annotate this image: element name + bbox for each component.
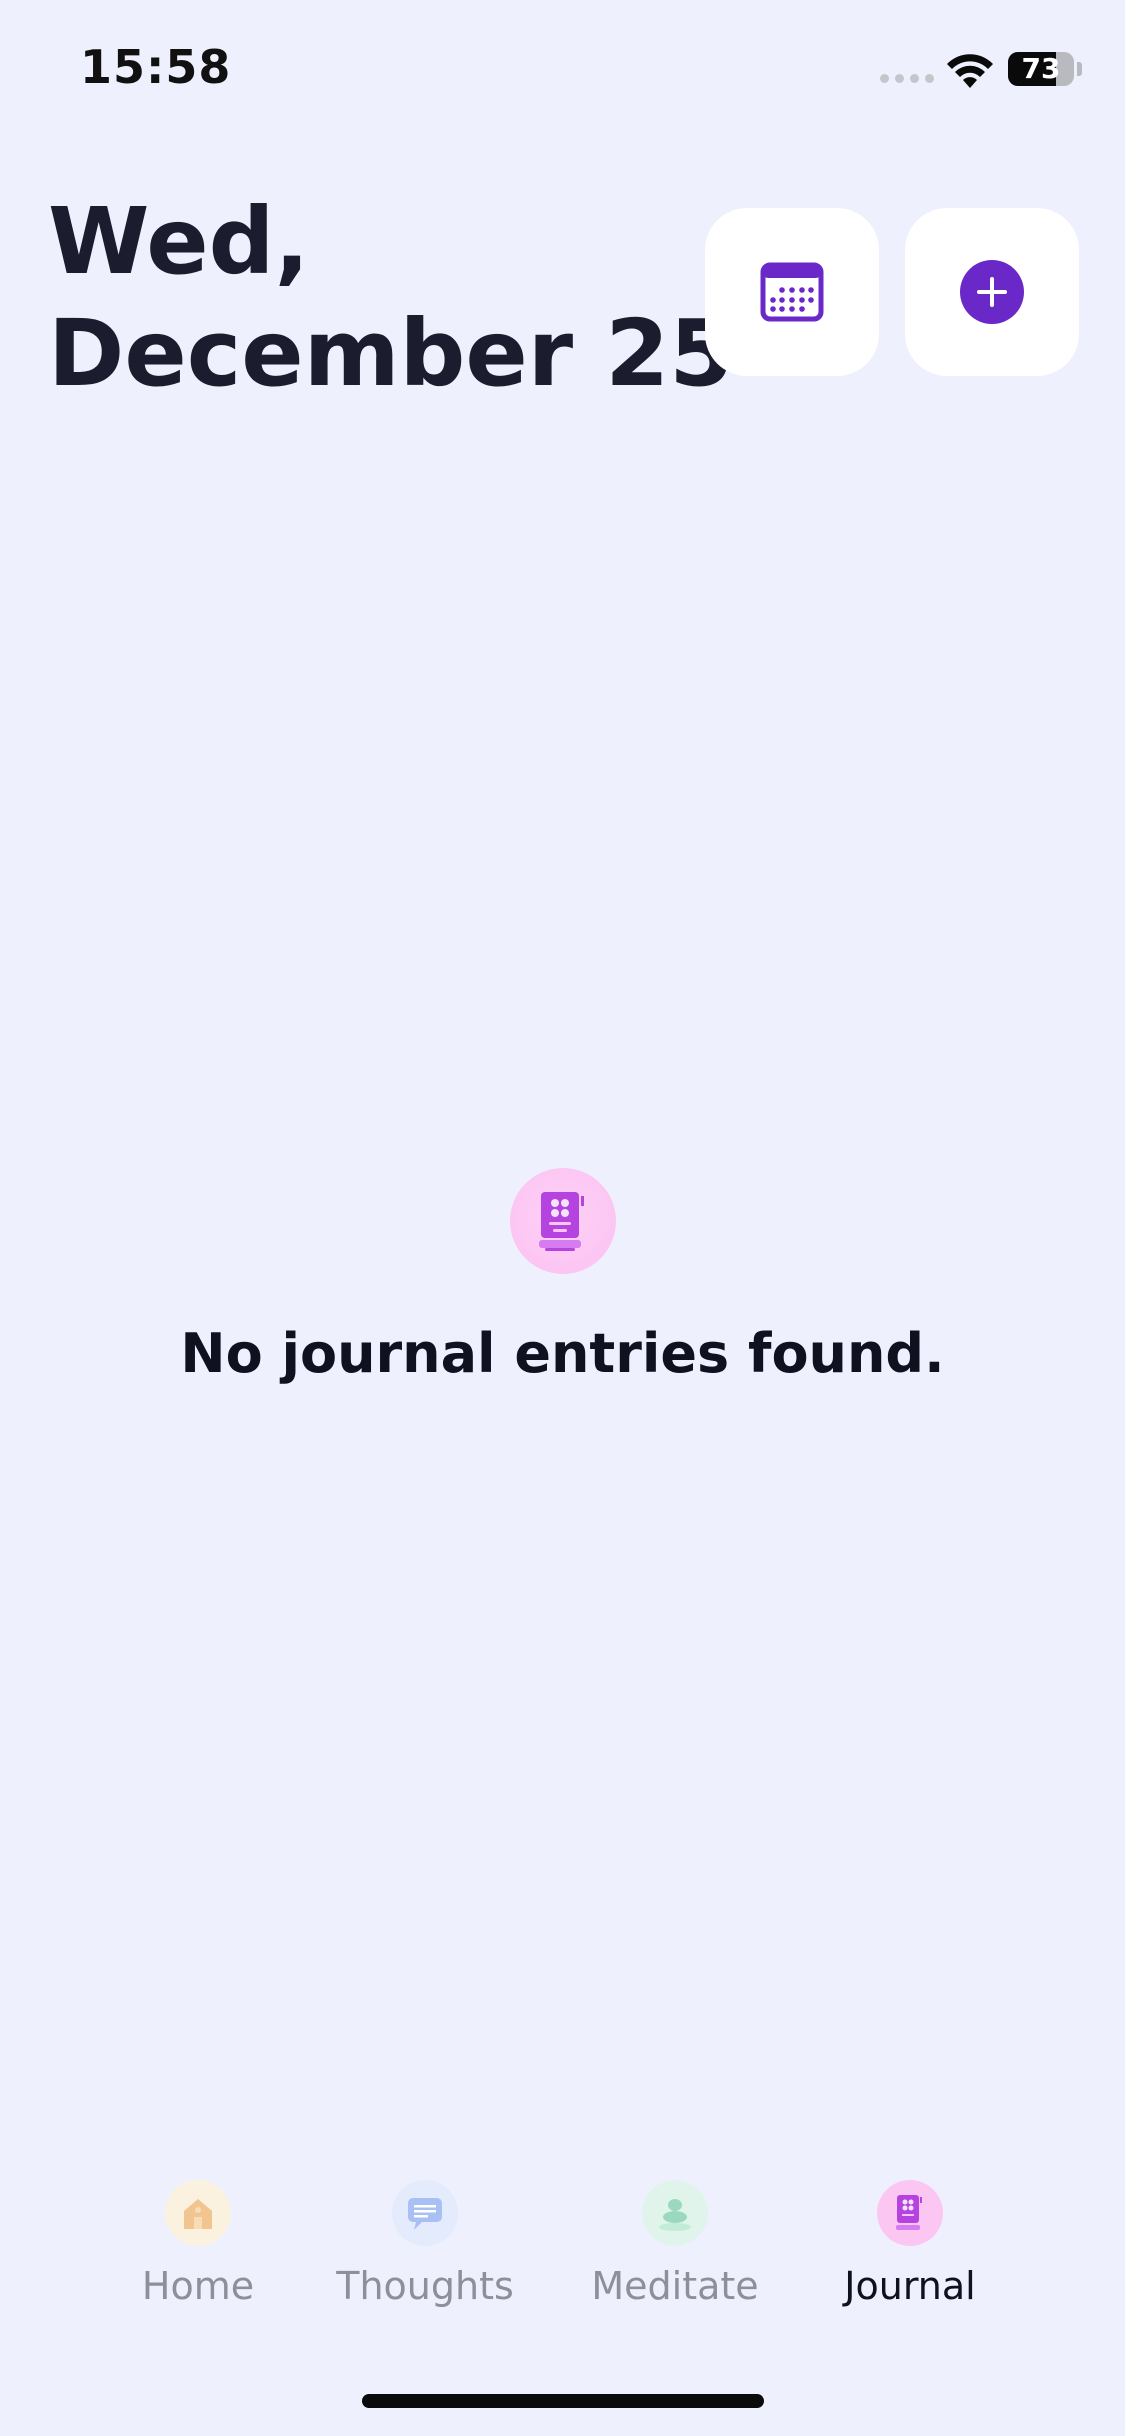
calendar-icon	[760, 262, 824, 322]
journal-book-icon	[509, 1168, 616, 1274]
tab-journal[interactable]: Journal	[800, 2180, 1020, 2308]
stones-icon	[642, 2180, 708, 2246]
wifi-icon	[947, 54, 993, 88]
battery-nub	[1077, 62, 1082, 76]
plus-circle-icon	[960, 260, 1024, 324]
tab-label-meditate: Meditate	[591, 2264, 759, 2308]
tab-meditate[interactable]: Meditate	[565, 2180, 785, 2308]
calendar-button[interactable]	[705, 208, 879, 376]
page-title: Wed, December 25	[48, 186, 733, 410]
chat-bubble-icon	[392, 2180, 458, 2246]
tab-home[interactable]: Home	[88, 2180, 308, 2308]
cellular-signal-icon	[880, 74, 934, 83]
date-month-day: December 25	[48, 300, 734, 407]
date-weekday: Wed,	[48, 188, 310, 295]
tab-label-thoughts: Thoughts	[336, 2264, 514, 2308]
battery-icon: 73	[1008, 52, 1074, 86]
status-time: 15:58	[80, 40, 232, 94]
battery-percent: 73	[1021, 52, 1061, 85]
tab-label-journal: Journal	[844, 2264, 976, 2308]
tab-bar: Home Thoughts Meditate Journal	[0, 2180, 1125, 2330]
add-entry-button[interactable]	[905, 208, 1079, 376]
journal-book-icon	[877, 2180, 943, 2246]
home-icon	[165, 2180, 231, 2246]
home-indicator[interactable]	[362, 2394, 764, 2408]
empty-state-message: No journal entries found.	[180, 1322, 945, 1385]
tab-thoughts[interactable]: Thoughts	[315, 2180, 535, 2308]
status-bar: 15:58 73	[0, 0, 1125, 140]
empty-state: No journal entries found.	[0, 1168, 1125, 1385]
tab-label-home: Home	[141, 2264, 255, 2308]
